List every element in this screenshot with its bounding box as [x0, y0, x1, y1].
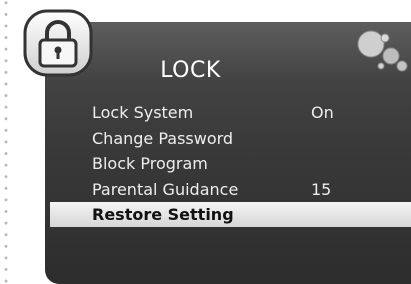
- menu-item-lock-system[interactable]: Lock System On: [0, 100, 411, 126]
- menu-item-label: Block Program: [92, 154, 208, 174]
- menu-item-value: On: [311, 103, 334, 122]
- menu-item-change-password[interactable]: Change Password: [0, 126, 411, 152]
- menu-item-restore-setting[interactable]: Restore Setting: [0, 202, 411, 228]
- menu-item-label: Parental Guidance: [92, 179, 239, 199]
- menu-item-label: Lock System: [92, 103, 194, 122]
- menu-item-block-program[interactable]: Block Program: [0, 151, 411, 177]
- page-title: LOCK: [160, 58, 221, 83]
- menu-item-value: 15: [311, 179, 332, 199]
- lock-menu: Lock System On Change Password Block Pro…: [0, 100, 411, 228]
- menu-item-label: Restore Setting: [92, 205, 234, 225]
- menu-item-parental-guidance[interactable]: Parental Guidance 15: [0, 177, 411, 203]
- menu-item-label: Change Password: [92, 128, 234, 148]
